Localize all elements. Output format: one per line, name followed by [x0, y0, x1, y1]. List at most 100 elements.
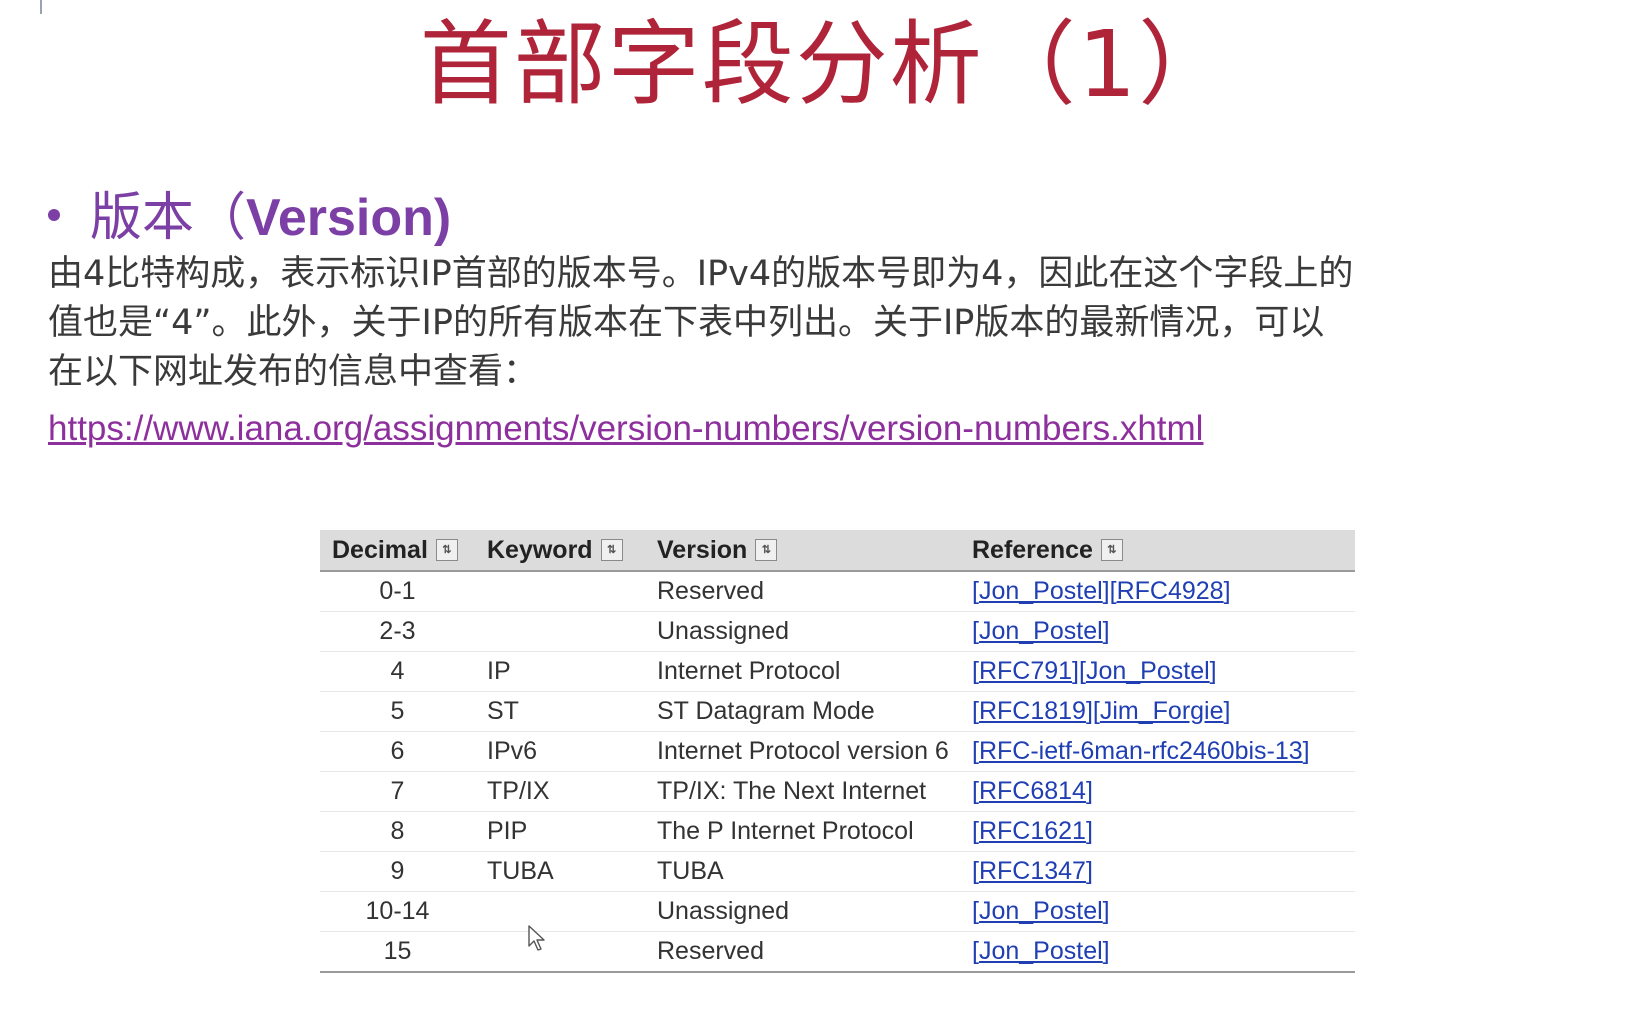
- bracket: ]: [1085, 857, 1093, 885]
- reference-cell: [Jon_Postel]: [960, 891, 1355, 932]
- reference-cell: [RFC1819][Jim_Forgie]: [960, 691, 1355, 732]
- column-header-keyword[interactable]: Keyword ⇅: [475, 530, 645, 572]
- version-cell: Reserved: [645, 571, 960, 612]
- keyword-cell: IPv6: [475, 731, 645, 772]
- column-header-decimal[interactable]: Decimal ⇅: [320, 530, 475, 572]
- version-cell: TP/IX: The Next Internet: [645, 771, 960, 812]
- reference-cell: [RFC6814]: [960, 771, 1355, 812]
- reference-cell: [Jon_Postel]: [960, 931, 1355, 973]
- iana-url-link[interactable]: https://www.iana.org/assignments/version…: [48, 405, 1203, 453]
- bracket: [: [972, 577, 979, 605]
- sort-icon[interactable]: ⇅: [1100, 538, 1123, 561]
- reference-link[interactable]: RFC4928: [1117, 577, 1224, 605]
- version-cell: Unassigned: [645, 891, 960, 932]
- bracket: ]: [1302, 737, 1310, 765]
- decimal-cell: 0-1: [320, 571, 475, 612]
- version-cell: Internet Protocol version 6: [645, 731, 960, 772]
- mouse-cursor-icon: [528, 925, 545, 951]
- bracket: [: [972, 897, 979, 925]
- bullet-heading: 版本（Version): [48, 186, 451, 250]
- keyword-cell: ST: [475, 691, 645, 732]
- keyword-cell: PIP: [475, 811, 645, 852]
- table-row: 10-14 Unassigned [Jon_Postel]: [320, 891, 1355, 932]
- keyword-cell: IP: [475, 651, 645, 692]
- paragraph-line: 由4比特构成，表示标识IP首部的版本号。IPv4的版本号即为4，因此在这个字段上…: [48, 254, 1354, 294]
- bracket: ]: [1085, 697, 1093, 725]
- column-header-label: Version: [657, 535, 748, 564]
- bracket: [: [972, 857, 979, 885]
- table-header-row: Decimal ⇅ Keyword ⇅ Version ⇅ Reference ⇅: [320, 530, 1355, 572]
- bracket: ]: [1102, 897, 1110, 925]
- reference-cell: [Jon_Postel][RFC4928]: [960, 571, 1355, 612]
- bracket: ]: [1102, 937, 1110, 965]
- keyword-cell: [475, 571, 645, 612]
- bracket: [: [972, 697, 979, 725]
- bracket: ]: [1223, 697, 1231, 725]
- bracket: [: [1109, 577, 1117, 605]
- keyword-cell: [475, 611, 645, 652]
- reference-link[interactable]: RFC1621: [979, 817, 1086, 845]
- keyword-cell: TUBA: [475, 851, 645, 892]
- bracket: [: [972, 817, 979, 845]
- column-header-label: Keyword: [487, 535, 593, 564]
- reference-link[interactable]: Jon_Postel: [979, 617, 1103, 645]
- keyword-cell: [475, 931, 645, 973]
- reference-link[interactable]: Jon_Postel: [979, 897, 1103, 925]
- bullet-heading-en: Version): [246, 189, 452, 247]
- bracket: [: [1092, 697, 1100, 725]
- reference-link[interactable]: Jon_Postel: [979, 577, 1103, 605]
- paragraph-line: 值也是“4”。此外，关于IP的所有版本在下表中列出。关于IP版本的最新情况，可以: [48, 303, 1325, 343]
- column-header-version[interactable]: Version ⇅: [645, 530, 960, 572]
- reference-cell: [RFC1621]: [960, 811, 1355, 852]
- keyword-cell: TP/IX: [475, 771, 645, 812]
- keyword-cell: [475, 891, 645, 932]
- bracket: ]: [1072, 657, 1079, 685]
- reference-link[interactable]: RFC6814: [979, 777, 1086, 805]
- table-row: 8 PIP The P Internet Protocol [RFC1621]: [320, 811, 1355, 852]
- decimal-cell: 6: [320, 731, 475, 772]
- reference-link[interactable]: RFC-ietf-6man-rfc2460bis-13: [979, 737, 1303, 765]
- bracket: ]: [1102, 577, 1110, 605]
- table-row: 9 TUBA TUBA [RFC1347]: [320, 851, 1355, 892]
- decimal-cell: 4: [320, 651, 475, 692]
- version-cell: TUBA: [645, 851, 960, 892]
- reference-cell: [RFC1347]: [960, 851, 1355, 892]
- table-row: 6 IPv6 Internet Protocol version 6 [RFC-iet…: [320, 731, 1355, 772]
- decimal-cell: 2-3: [320, 611, 475, 652]
- bracket: [: [972, 737, 979, 765]
- bracket: [: [972, 777, 979, 805]
- reference-link[interactable]: Jon_Postel: [1086, 657, 1210, 685]
- table-row: 7 TP/IX TP/IX: The Next Internet [RFC6814]: [320, 771, 1355, 812]
- version-cell: Reserved: [645, 931, 960, 973]
- decimal-cell: 7: [320, 771, 475, 812]
- reference-link[interactable]: RFC1819: [979, 697, 1086, 725]
- table-row: 4 IP Internet Protocol [RFC791][Jon_Postel]: [320, 651, 1355, 692]
- bracket: ]: [1085, 817, 1093, 845]
- decimal-cell: 8: [320, 811, 475, 852]
- bullet-heading-cn: 版本（: [90, 188, 247, 248]
- version-cell: Internet Protocol: [645, 651, 960, 692]
- sort-icon[interactable]: ⇅: [600, 538, 623, 561]
- table-row: 0-1 Reserved [Jon_Postel][RFC4928]: [320, 571, 1355, 612]
- reference-link[interactable]: RFC791: [979, 657, 1072, 685]
- table-row: 15 Reserved [Jon_Postel]: [320, 931, 1355, 973]
- sort-icon[interactable]: ⇅: [755, 538, 778, 561]
- sort-icon[interactable]: ⇅: [435, 538, 458, 561]
- table-row: 5 ST ST Datagram Mode [RFC1819][Jim_Forgie]: [320, 691, 1355, 732]
- slide-title: 首部字段分析（1）: [419, 11, 1233, 118]
- bracket: [: [972, 937, 979, 965]
- reference-cell: [Jon_Postel]: [960, 611, 1355, 652]
- reference-cell: [RFC791][Jon_Postel]: [960, 651, 1355, 692]
- reference-link[interactable]: Jim_Forgie: [1100, 697, 1224, 725]
- column-header-label: Decimal: [332, 535, 428, 564]
- bracket: [: [972, 657, 979, 685]
- bracket: ]: [1085, 777, 1093, 805]
- column-header-label: Reference: [972, 535, 1093, 564]
- paragraph-line: 在以下网址发布的信息中查看：: [48, 352, 539, 392]
- table-row: 2-3 Unassigned [Jon_Postel]: [320, 611, 1355, 652]
- reference-link[interactable]: RFC1347: [979, 857, 1086, 885]
- bullet-dot-icon: [48, 209, 60, 221]
- reference-link[interactable]: Jon_Postel: [979, 937, 1103, 965]
- decimal-cell: 15: [320, 931, 475, 973]
- column-header-reference[interactable]: Reference ⇅: [960, 530, 1355, 572]
